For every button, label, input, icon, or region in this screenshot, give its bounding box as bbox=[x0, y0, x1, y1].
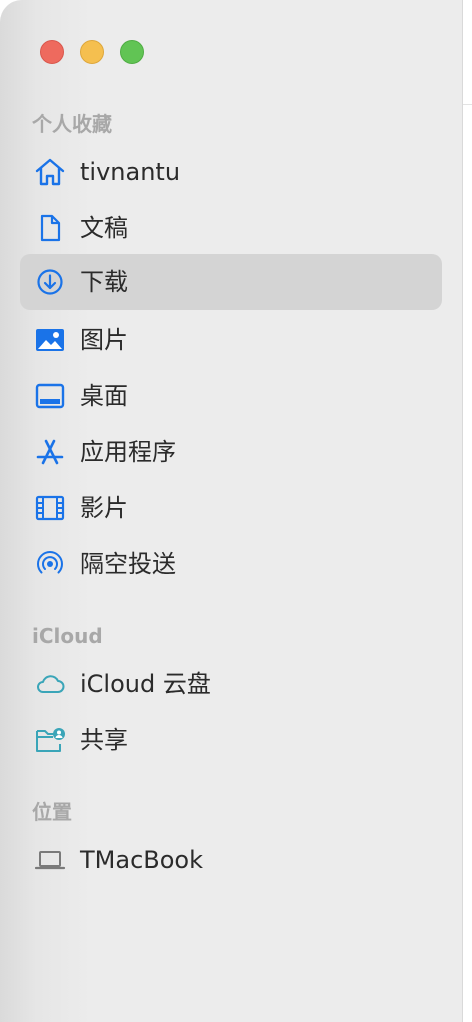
applications-icon bbox=[34, 438, 66, 466]
sidebar-item-icloud-drive[interactable]: iCloud 云盘 bbox=[20, 656, 442, 712]
sidebar-item-home[interactable]: tivnantu bbox=[20, 144, 442, 200]
content-divider bbox=[462, 104, 472, 105]
sidebar-item-label: 共享 bbox=[80, 726, 128, 754]
sidebar-item-label: 隔空投送 bbox=[80, 550, 176, 578]
home-icon bbox=[34, 158, 66, 186]
zoom-button[interactable] bbox=[120, 40, 144, 64]
sidebar-item-pictures[interactable]: 图片 bbox=[20, 312, 442, 368]
sidebar-item-documents[interactable]: 文稿 bbox=[20, 200, 442, 256]
photo-icon bbox=[34, 326, 66, 354]
sidebar-item-label: 桌面 bbox=[80, 382, 128, 410]
sidebar: 个人收藏 tivnantu 文稿 下载 图片 桌面 应用程序 影片 隔空投送 i… bbox=[0, 0, 463, 1022]
sidebar-item-downloads[interactable]: 下载 bbox=[20, 254, 442, 310]
close-button[interactable] bbox=[40, 40, 64, 64]
sidebar-item-applications[interactable]: 应用程序 bbox=[20, 424, 442, 480]
download-icon bbox=[34, 268, 66, 296]
airdrop-icon bbox=[34, 550, 66, 578]
sidebar-item-label: 文稿 bbox=[80, 214, 128, 242]
sidebar-item-label: iCloud 云盘 bbox=[80, 670, 211, 698]
laptop-icon bbox=[34, 846, 66, 874]
finder-window: 个人收藏 tivnantu 文稿 下载 图片 桌面 应用程序 影片 隔空投送 i… bbox=[0, 0, 472, 1022]
sidebar-item-shared[interactable]: 共享 bbox=[20, 712, 442, 768]
sidebar-item-tmacbook[interactable]: TMacBook bbox=[20, 832, 442, 888]
icloud-icon bbox=[34, 670, 66, 698]
desktop-icon bbox=[34, 382, 66, 410]
sidebar-item-label: TMacBook bbox=[80, 846, 203, 874]
sidebar-item-movies[interactable]: 影片 bbox=[20, 480, 442, 536]
section-header-favorites: 个人收藏 bbox=[32, 112, 112, 136]
minimize-button[interactable] bbox=[80, 40, 104, 64]
sidebar-item-label: 图片 bbox=[80, 326, 128, 354]
sidebar-item-desktop[interactable]: 桌面 bbox=[20, 368, 442, 424]
shared-folder-icon bbox=[34, 726, 66, 754]
sidebar-item-airdrop[interactable]: 隔空投送 bbox=[20, 536, 442, 592]
film-icon bbox=[34, 494, 66, 522]
document-icon bbox=[34, 214, 66, 242]
sidebar-item-label: 下载 bbox=[80, 268, 128, 296]
section-header-icloud: iCloud bbox=[32, 624, 103, 648]
sidebar-item-label: tivnantu bbox=[80, 158, 181, 186]
sidebar-item-label: 影片 bbox=[80, 494, 128, 522]
section-header-locations: 位置 bbox=[32, 800, 72, 824]
sidebar-item-label: 应用程序 bbox=[80, 438, 176, 466]
